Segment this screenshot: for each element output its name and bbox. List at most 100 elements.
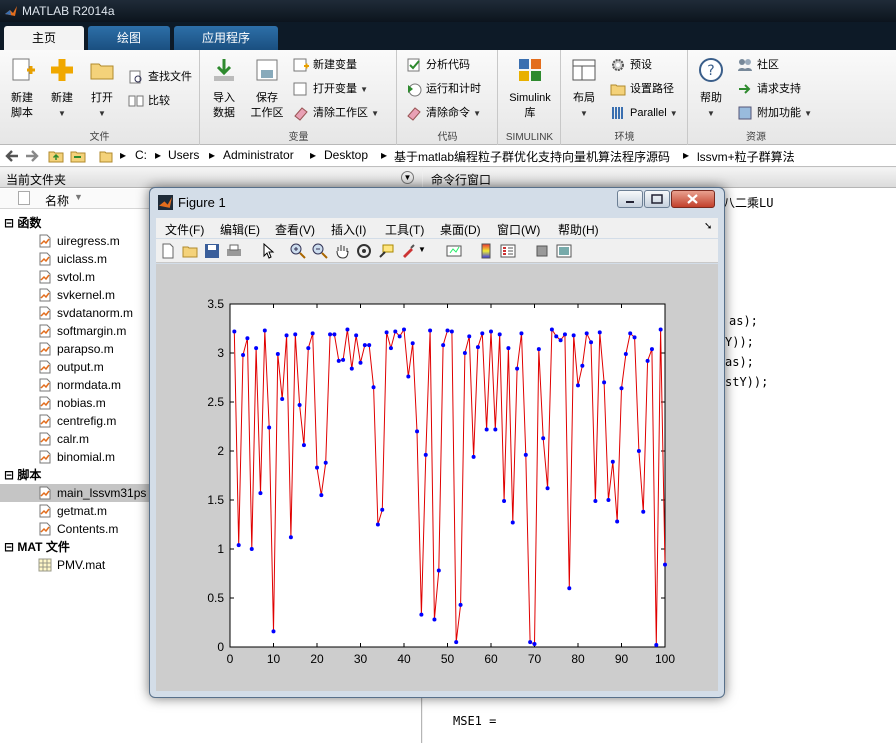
breadcrumb-item[interactable]: C: (135, 148, 147, 162)
forward-icon[interactable] (24, 148, 40, 164)
breadcrumb-item[interactable]: lssvm+粒子群算法 (697, 148, 795, 165)
legend-icon[interactable] (500, 243, 516, 259)
pan-hand-icon[interactable] (334, 243, 350, 259)
file-item[interactable]: output.m (38, 358, 104, 376)
minimize-button[interactable] (617, 190, 643, 208)
file-item[interactable]: svdatanorm.m (38, 304, 133, 322)
run-and-time-button[interactable]: 运行和计时 (406, 80, 481, 98)
file-item[interactable]: uiregress.m (38, 232, 120, 250)
set-path-button[interactable]: 设置路径 (610, 80, 674, 98)
file-item[interactable]: main_lssvm31ps (0, 484, 150, 502)
file-item[interactable]: getmat.m (38, 502, 107, 520)
tab-apps[interactable]: 应用程序 (174, 26, 278, 50)
up-folder-icon[interactable] (48, 148, 64, 164)
data-point (245, 336, 250, 341)
breadcrumb-item[interactable]: Users (168, 148, 199, 162)
data-point (545, 486, 550, 491)
find-files-button[interactable]: 查找文件 (128, 68, 192, 86)
line-plot[interactable]: 0 10 20 30 40 50 60 70 80 90 100 0 0.5 1 1.5 2 2.5 3 3.5 (156, 264, 718, 691)
collapse-icon[interactable]: ⊟ (4, 216, 17, 230)
link-plot-icon[interactable] (446, 243, 462, 259)
print-icon[interactable] (226, 243, 242, 259)
compare-button[interactable]: 比较 (128, 92, 170, 110)
brush-dropdown-icon[interactable]: ▼ (418, 245, 426, 254)
tab-plots[interactable]: 绘图 (88, 26, 170, 50)
file-item[interactable]: uiclass.m (38, 250, 107, 268)
file-item[interactable]: PMV.mat (38, 556, 105, 574)
file-item[interactable]: nobias.m (38, 394, 106, 412)
new-figure-icon[interactable] (160, 243, 176, 259)
section-header[interactable]: ⊟ 函数 (0, 214, 41, 232)
analyze-code-button[interactable]: 分析代码 (406, 56, 470, 74)
zoom-out-icon[interactable] (312, 243, 328, 259)
browse-folder-icon[interactable] (70, 148, 86, 164)
save-workspace-button[interactable]: 保存 工作区 (247, 56, 287, 121)
new-script-button[interactable]: 新建 脚本 (4, 56, 40, 121)
breadcrumb-item[interactable]: Desktop (324, 148, 368, 162)
save-icon[interactable] (204, 243, 220, 259)
panel-menu-icon[interactable]: ▼ (401, 171, 414, 184)
new-button[interactable]: 新建 ▼ (44, 56, 80, 121)
import-data-button[interactable]: 导入 数据 (205, 56, 243, 121)
breadcrumb-item[interactable]: 基于matlab编程粒子群优化支持向量机算法程序源码 (394, 148, 670, 165)
collapse-icon[interactable]: ⊟ (4, 540, 17, 554)
maximize-icon (651, 194, 663, 204)
dock-arrow-icon[interactable]: ➘ (704, 221, 712, 232)
close-button[interactable] (671, 190, 715, 208)
file-item[interactable]: svtol.m (38, 268, 95, 286)
collapse-icon[interactable]: ⊟ (4, 468, 17, 482)
menu-view[interactable]: 查看(V) (275, 221, 315, 238)
help-button[interactable]: ? 帮助 ▼ (693, 56, 729, 121)
maximize-button[interactable] (644, 190, 670, 208)
rotate-3d-icon[interactable] (356, 243, 372, 259)
request-support-button[interactable]: 请求支持 (737, 80, 801, 98)
data-point (536, 347, 541, 352)
open-file-icon[interactable] (182, 243, 198, 259)
root-folder-icon (99, 151, 113, 163)
community-button[interactable]: 社区 (737, 56, 779, 74)
menu-file[interactable]: 文件(F) (165, 221, 204, 238)
code-group-label: 代码 (437, 132, 458, 143)
open-button[interactable]: 打开 ▼ (84, 56, 120, 121)
menu-edit[interactable]: 编辑(E) (220, 221, 260, 238)
menu-desktop[interactable]: 桌面(D) (440, 221, 481, 238)
new-variable-button[interactable]: 新建变量 (293, 56, 357, 74)
clear-commands-button[interactable]: 清除命令 ▼ (406, 104, 481, 122)
data-point (467, 334, 472, 339)
parallel-button[interactable]: Parallel ▼ (610, 104, 678, 122)
open-variable-button[interactable]: 打开变量 ▼ (293, 80, 368, 98)
colorbar-icon[interactable] (478, 243, 494, 259)
select-all-checkbox[interactable] (18, 191, 30, 205)
zoom-in-icon[interactable] (290, 243, 306, 259)
simulink-library-button[interactable]: Simulink 库 (503, 56, 557, 121)
name-column-header[interactable]: 名称 (45, 192, 69, 209)
clear-workspace-button[interactable]: 清除工作区 ▼ (293, 104, 379, 122)
file-item[interactable]: Contents.m (38, 520, 118, 538)
tab-home[interactable]: 主页 (4, 26, 84, 50)
file-item[interactable]: svkernel.m (38, 286, 115, 304)
hide-tools-icon[interactable] (534, 243, 550, 259)
file-item[interactable]: binomial.m (38, 448, 115, 466)
preferences-button[interactable]: 预设 (610, 56, 652, 74)
back-icon[interactable] (4, 148, 20, 164)
add-ons-button[interactable]: 附加功能 ▼ (737, 104, 812, 122)
show-tools-icon[interactable] (556, 243, 572, 259)
menu-help[interactable]: 帮助(H) (558, 221, 599, 238)
layout-button[interactable]: 布局 ▼ (566, 56, 602, 121)
breadcrumb-item[interactable]: Administrator (223, 148, 294, 162)
file-item[interactable]: calr.m (38, 430, 89, 448)
figure-window[interactable]: Figure 1 文件(F) 编辑(E) 查看(V) 插入(I) 工具(T) 桌… (149, 187, 725, 698)
menu-tools[interactable]: 工具(T) (385, 221, 424, 238)
brush-icon[interactable] (400, 243, 416, 259)
menu-window[interactable]: 窗口(W) (497, 221, 540, 238)
file-item[interactable]: centrefig.m (38, 412, 116, 430)
section-header[interactable]: ⊟ 脚本 (0, 466, 41, 484)
file-item[interactable]: softmargin.m (38, 322, 126, 340)
data-cursor-icon[interactable] (378, 243, 394, 259)
section-header[interactable]: ⊟ MAT 文件 (0, 538, 70, 556)
file-item[interactable]: parapso.m (38, 340, 114, 358)
help-label: 帮助 (700, 92, 722, 104)
menu-insert[interactable]: 插入(I) (331, 221, 366, 238)
pointer-icon[interactable] (260, 243, 276, 259)
file-item[interactable]: normdata.m (38, 376, 121, 394)
